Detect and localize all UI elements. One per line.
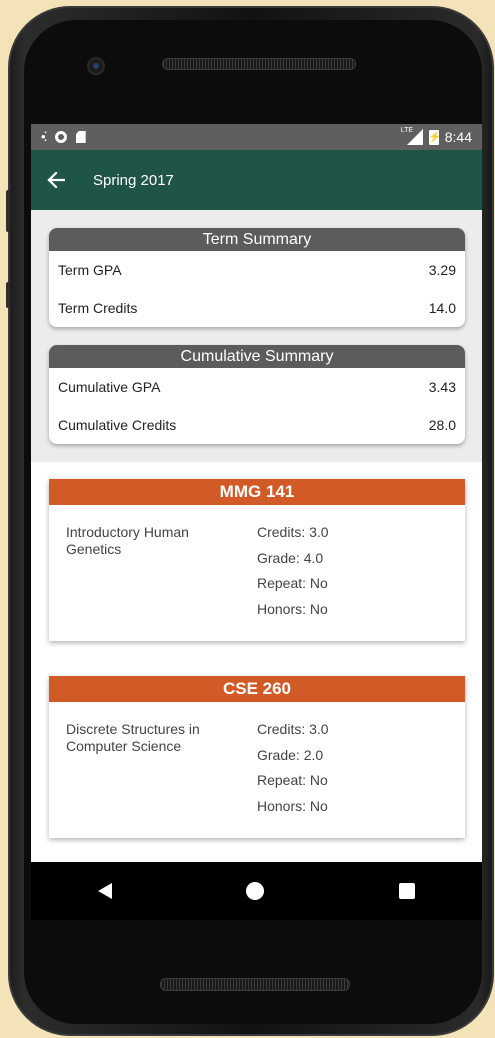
course-details: Credits: 3.0 Grade: 4.0 Repeat: No Honor… — [257, 524, 329, 626]
cumulative-gpa-label: Cumulative GPA — [58, 379, 161, 395]
cumulative-gpa-value: 3.43 — [428, 379, 456, 395]
nav-home-icon[interactable] — [246, 882, 265, 900]
cumulative-credits-label: Cumulative Credits — [58, 417, 177, 433]
cumulative-credits-row: Cumulative Credits 28.0 — [49, 406, 465, 444]
course-card[interactable]: CSE 260 Discrete Structures in Computer … — [49, 676, 465, 838]
app-bar: Spring 2017 — [31, 150, 482, 210]
front-camera — [87, 57, 105, 75]
course-name: Discrete Structures in Computer Science — [66, 721, 200, 754]
sync-circle-icon — [54, 131, 67, 143]
page-title: Spring 2017 — [93, 171, 174, 189]
course-grade: Grade: 2.0 — [257, 746, 324, 763]
term-credits-value: 14.0 — [428, 300, 456, 316]
course-details: Credits: 3.0 Grade: 2.0 Repeat: No Honor… — [257, 721, 329, 823]
course-code: CSE 260 — [49, 676, 465, 702]
nav-recents-icon[interactable] — [398, 883, 415, 899]
course-repeat: Repeat: No — [257, 575, 328, 591]
notification-dots-icon: •⁚ — [41, 129, 48, 144]
cumulative-credits-value: 28.0 — [428, 417, 456, 433]
course-card[interactable]: MMG 141 Introductory Human Genetics Cred… — [49, 479, 465, 641]
term-summary-card: Term Summary Term GPA 3.29 Term Credits … — [49, 228, 465, 327]
sd-card-icon — [75, 131, 86, 143]
back-arrow-icon[interactable] — [31, 150, 87, 210]
cumulative-gpa-row: Cumulative GPA 3.43 — [49, 368, 465, 406]
course-credits: Credits: 3.0 — [257, 524, 329, 540]
power-button — [6, 282, 10, 308]
battery-icon — [428, 129, 441, 145]
signal-icon: LTE — [401, 127, 423, 145]
term-credits-row: Term Credits 14.0 — [49, 289, 465, 327]
screen: •⁚ LTE 8:44 Spring 2017 Term Summary Ter… — [31, 124, 482, 918]
clock: 8:44 — [444, 129, 472, 145]
term-gpa-row: Term GPA 3.29 — [49, 251, 465, 289]
term-credits-label: Term Credits — [58, 300, 138, 316]
course-grade: Grade: 4.0 — [257, 549, 324, 566]
nav-back-icon[interactable] — [98, 883, 113, 899]
term-summary-title: Term Summary — [49, 228, 465, 251]
course-name: Introductory Human Genetics — [66, 524, 189, 557]
cumulative-summary-title: Cumulative Summary — [49, 345, 465, 368]
summary-area: Term Summary Term GPA 3.29 Term Credits … — [31, 210, 482, 462]
term-gpa-label: Term GPA — [58, 262, 122, 278]
course-honors: Honors: No — [257, 797, 328, 814]
earpiece-speaker — [162, 58, 356, 70]
course-repeat: Repeat: No — [257, 772, 328, 788]
course-credits: Credits: 3.0 — [257, 721, 329, 737]
course-honors: Honors: No — [257, 600, 328, 617]
volume-button — [6, 190, 10, 232]
navigation-bar — [31, 862, 482, 920]
bottom-speaker — [160, 978, 350, 991]
status-bar: •⁚ LTE 8:44 — [31, 124, 482, 150]
course-code: MMG 141 — [49, 479, 465, 505]
cumulative-summary-card: Cumulative Summary Cumulative GPA 3.43 C… — [49, 345, 465, 444]
term-gpa-value: 3.29 — [428, 262, 456, 278]
